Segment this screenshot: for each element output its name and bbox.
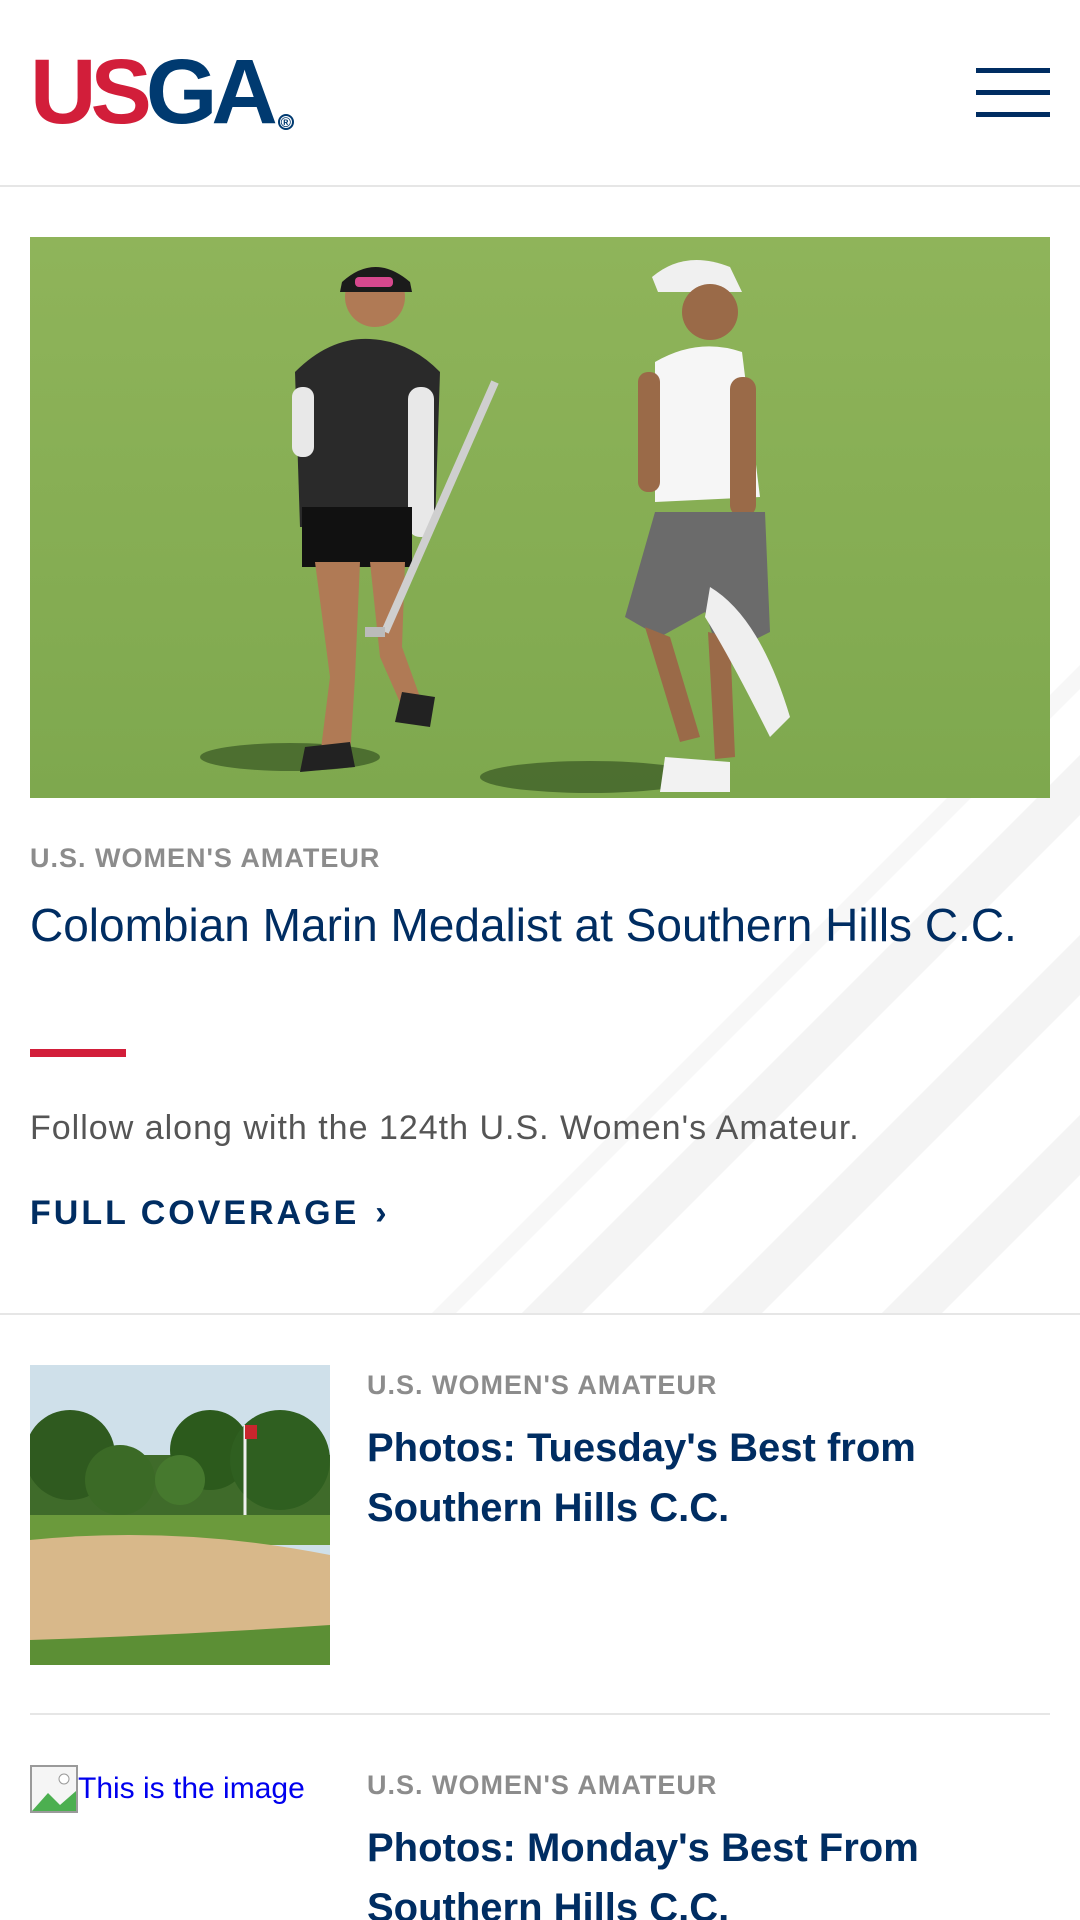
broken-image-icon (30, 1765, 78, 1813)
chevron-right-icon: › (375, 1194, 390, 1232)
registered-mark-icon: ® (277, 114, 294, 130)
accent-rule (30, 1049, 126, 1057)
article-category-label: U.S. WOMEN'S AMATEUR (367, 1770, 718, 1800)
hero-headline-link[interactable]: Colombian Marin Medalist at Southern Hil… (30, 895, 1030, 955)
hero-image[interactable] (30, 237, 1050, 798)
article-title-link[interactable]: Photos: Monday's Best From Southern Hill… (367, 1818, 1007, 1920)
article-category-label: U.S. WOMEN'S AMATEUR (367, 1370, 718, 1400)
hero-category-label: U.S. WOMEN'S AMATEUR (30, 843, 381, 873)
usga-logo[interactable]: USGA ® (30, 41, 294, 143)
hamburger-menu-icon[interactable] (976, 66, 1050, 120)
site-header: USGA ® (0, 0, 1080, 187)
article-title-link[interactable]: Photos: Tuesday's Best from Southern Hil… (367, 1418, 1007, 1538)
article-thumbnail[interactable] (30, 1365, 330, 1665)
article-card[interactable]: U.S. WOMEN'S AMATEUR Photos: Tuesday's B… (30, 1365, 1050, 1715)
hero-section: U.S. WOMEN'S AMATEUR Colombian Marin Med… (0, 189, 1080, 1315)
full-coverage-label: FULL COVERAGE (30, 1194, 360, 1232)
broken-image[interactable]: This is the image (30, 1765, 305, 1813)
article-card[interactable]: This is the image U.S. WOMEN'S AMATEUR P… (30, 1765, 1050, 1920)
full-coverage-link[interactable]: FULL COVERAGE › (30, 1194, 390, 1233)
image-alt-text: This is the image (78, 1772, 305, 1805)
hero-description: Follow along with the 124th U.S. Women's… (30, 1109, 860, 1147)
logo-wordmark: USGA (30, 41, 278, 143)
